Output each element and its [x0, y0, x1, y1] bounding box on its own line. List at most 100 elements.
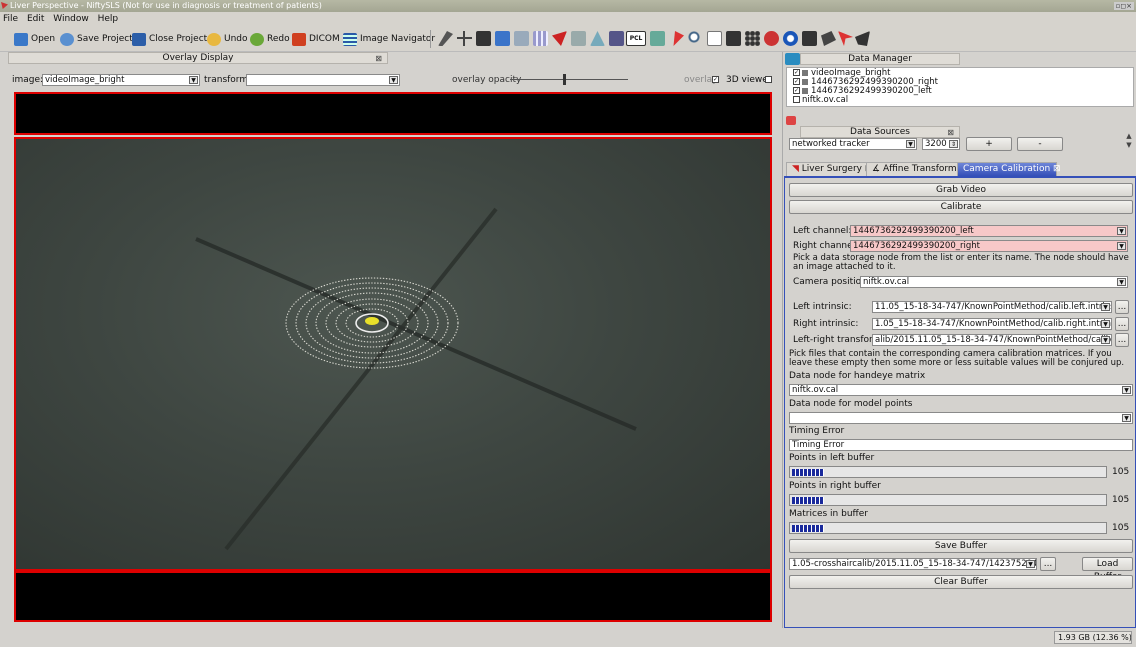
crosshair-line [224, 207, 498, 551]
cursor-red-icon[interactable] [838, 31, 853, 46]
timing-error-label: Timing Error [789, 426, 845, 436]
right-channel-select[interactable]: 1446736292499390200_right ▼ [850, 240, 1128, 252]
left-intrinsic-browse-button[interactable]: ... [1115, 300, 1129, 314]
video-render-window[interactable] [14, 137, 772, 571]
registration-icon[interactable] [650, 31, 665, 46]
crosshair-icon[interactable] [457, 31, 472, 46]
clear-buffer-button[interactable]: Clear Buffer [789, 575, 1133, 589]
data-source-select[interactable]: networked tracker ▼ [789, 138, 917, 150]
matrices-buffer-count: 105 [1112, 523, 1130, 533]
close-icon[interactable]: ⊠ [947, 127, 954, 138]
chevron-down-icon: ▼ [1122, 414, 1131, 422]
close-icon[interactable]: ⊠ [375, 53, 382, 64]
menu-edit[interactable]: Edit [27, 14, 44, 24]
checkbox[interactable]: ✓ [793, 69, 800, 76]
camera-position-select[interactable]: niftk.ov.cal ▼ [860, 276, 1128, 288]
chevron-down-icon: ▼ [1117, 278, 1126, 286]
checkbox[interactable]: ✓ [793, 78, 800, 85]
menu-help[interactable]: Help [98, 14, 119, 24]
left-channel-label: Left channel: [793, 226, 852, 236]
data-manager-title: Data Manager [848, 54, 912, 64]
redo-button[interactable]: Redo [250, 31, 290, 47]
image-select[interactable]: videoImage_bright ▼ [42, 74, 200, 86]
menu-file[interactable]: File [3, 14, 18, 24]
calibrate-button[interactable]: Calibrate [789, 200, 1133, 214]
undo-button[interactable]: Undo [207, 31, 248, 47]
pointer-tool-icon[interactable] [438, 31, 453, 46]
target-marker [365, 317, 379, 325]
opacity-slider-handle[interactable] [563, 74, 566, 85]
liver-surgery-icon[interactable] [552, 31, 567, 46]
segmentation-icon[interactable] [495, 31, 510, 46]
lr-transform-label: Left-right transform: [793, 335, 885, 345]
overlay-icon[interactable] [783, 31, 798, 46]
window-controls[interactable]: ▫◻× [1113, 2, 1134, 10]
open-button[interactable]: Open [14, 31, 55, 47]
camera-icon[interactable] [726, 31, 741, 46]
overlay-display-title: Overlay Display [162, 53, 234, 63]
measurement-icon[interactable] [514, 31, 529, 46]
left-channel-select[interactable]: 1446736292499390200_left ▼ [850, 225, 1128, 237]
right-channel-label: Right channel: [793, 241, 859, 251]
close-project-icon [132, 32, 146, 46]
buffer-browse-button[interactable]: ... [1040, 557, 1056, 571]
opacity-slider[interactable] [510, 79, 628, 80]
port-spinbox[interactable]: 3200 ⇕ [922, 138, 960, 150]
image-label: image: [12, 75, 44, 85]
memory-indicator: 1.93 GB (12.36 %) [1054, 631, 1132, 644]
surface-icon[interactable] [590, 31, 605, 46]
documents-icon[interactable] [571, 31, 586, 46]
pcl-icon[interactable]: PCL [626, 31, 646, 46]
tracking-icon[interactable] [707, 31, 722, 46]
right-intrinsic-select[interactable]: 1.05_15-18-34-747/KnownPointMethod/calib… [872, 318, 1112, 330]
overlay-checkbox[interactable]: ✓ [712, 76, 719, 83]
menu-window[interactable]: Window [53, 14, 89, 24]
transform-select[interactable]: ▼ [246, 74, 400, 86]
data-sources-header: Data Sources ⊠ [800, 126, 960, 138]
picture-in-picture-icon[interactable] [802, 31, 817, 46]
toolbar-separator [430, 30, 431, 48]
buffer-path-select[interactable]: 1.05-crosshaircalib/2015.11.05_15-18-34-… [789, 558, 1037, 570]
left-buffer-progress [789, 466, 1107, 478]
right-buffer-progress [789, 494, 1107, 506]
add-source-button[interactable]: + [966, 137, 1012, 151]
navigator-icon [343, 32, 357, 46]
grab-video-button[interactable]: Grab Video [789, 183, 1133, 197]
left-intrinsic-select[interactable]: 11.05_15-18-34-747/KnownPointMethod/cali… [872, 301, 1112, 313]
dicom-button[interactable]: DICOM [292, 31, 340, 47]
checkbox[interactable] [793, 96, 800, 103]
image-navigator-button[interactable]: Image Navigator [343, 31, 435, 47]
close-project-button[interactable]: Close Project [132, 31, 207, 47]
organ-icon[interactable] [764, 31, 779, 46]
points-icon[interactable] [609, 31, 624, 46]
tab-liver-surgery[interactable]: ◥ Liver Surgery ⊠ [786, 162, 879, 176]
viewer-3d-checkbox[interactable] [765, 76, 772, 83]
load-buffer-button[interactable]: Load Buffer [1082, 557, 1133, 582]
main-toolbar: Open Save Project Close Project Undo Red… [0, 26, 1136, 52]
data-manager-tree[interactable]: ✓ videoImage_bright ✓ 1446736292499390200_… [786, 67, 1134, 107]
left-buffer-count: 105 [1112, 467, 1130, 477]
node-icon [802, 87, 808, 94]
bat-icon[interactable] [855, 31, 870, 46]
lr-transform-browse-button[interactable]: ... [1115, 333, 1129, 347]
grid-points-icon[interactable] [745, 31, 760, 46]
right-intrinsic-browse-button[interactable]: ... [1115, 317, 1129, 331]
save-buffer-button[interactable]: Save Buffer [789, 539, 1133, 553]
overlay-display-header: Overlay Display ⊠ [8, 52, 388, 64]
save-project-button[interactable]: Save Project [60, 31, 133, 47]
pin-icon[interactable] [673, 31, 684, 46]
search-icon[interactable] [688, 31, 703, 46]
checkbox[interactable]: ✓ [793, 87, 800, 94]
lr-transform-select[interactable]: alib/2015.11.05_15-18-34-747/KnownPointM… [872, 334, 1112, 346]
handeye-select[interactable]: niftk.ov.cal ▼ [789, 384, 1133, 396]
table-icon[interactable] [533, 31, 548, 46]
remove-source-button[interactable]: - [1017, 137, 1063, 151]
model-points-select[interactable]: ▼ [789, 412, 1133, 424]
chevron-down-icon: ▼ [1026, 560, 1035, 568]
clapper-icon[interactable] [821, 31, 836, 46]
tab-camera-calibration[interactable]: Camera Calibration ⊠ [957, 162, 1061, 176]
tree-node[interactable]: niftk.ov.cal [791, 96, 1129, 105]
node-icon [802, 78, 808, 85]
volume-icon[interactable] [476, 31, 491, 46]
scroll-arrows[interactable]: ▲ ▼ [1124, 132, 1134, 158]
